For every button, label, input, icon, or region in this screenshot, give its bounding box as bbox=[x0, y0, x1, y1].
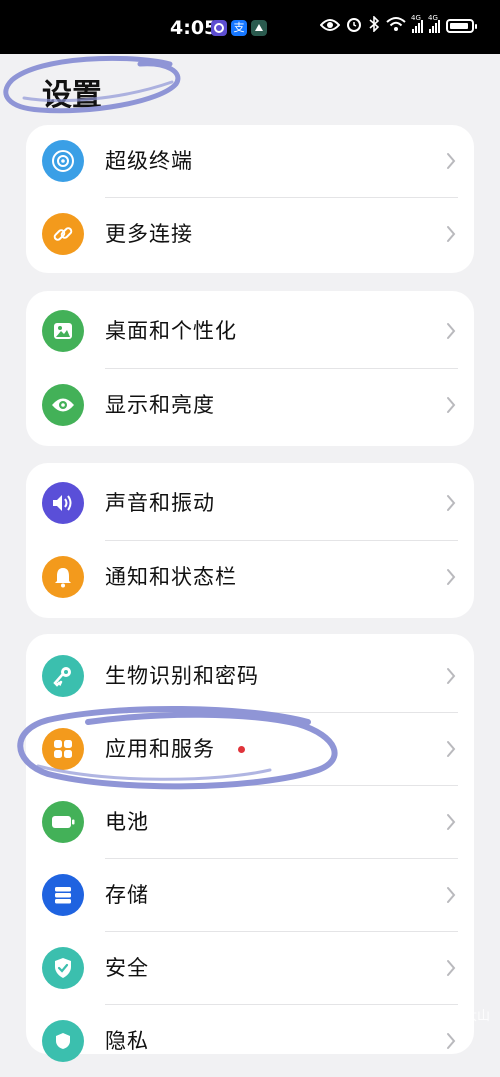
bell-icon bbox=[42, 556, 84, 598]
settings-item-more-connections[interactable]: 更多连接 bbox=[26, 198, 474, 270]
eye-icon bbox=[42, 384, 84, 426]
privacy-icon bbox=[42, 1020, 84, 1062]
chevron-right-icon bbox=[447, 814, 456, 830]
battery-level bbox=[450, 23, 468, 29]
apps-icon bbox=[42, 728, 84, 770]
battery-icon bbox=[42, 801, 84, 843]
chevron-right-icon bbox=[447, 741, 456, 757]
settings-item-label: 通知和状态栏 bbox=[105, 565, 237, 589]
settings-item-label: 应用和服务 bbox=[105, 737, 215, 761]
settings-item-label: 桌面和个性化 bbox=[105, 319, 237, 343]
settings-item-label: 安全 bbox=[105, 956, 149, 980]
settings-item-label: 电池 bbox=[105, 810, 149, 834]
super-device-icon bbox=[42, 140, 84, 182]
page-title: 设置 bbox=[42, 78, 102, 113]
alipay-icon: 支 bbox=[231, 20, 247, 36]
chevron-right-icon bbox=[447, 1033, 456, 1049]
signal-4g-icon: 4G bbox=[411, 14, 423, 33]
settings-item-apps-services[interactable]: 应用和服务 bbox=[26, 713, 474, 785]
settings-item-label: 声音和振动 bbox=[105, 491, 215, 515]
storage-icon bbox=[42, 874, 84, 916]
bluetooth-icon bbox=[368, 15, 380, 36]
chevron-right-icon bbox=[447, 226, 456, 242]
settings-item-storage[interactable]: 存储 bbox=[26, 859, 474, 931]
chevron-right-icon bbox=[447, 960, 456, 976]
settings-group-sound-notifications: 声音和振动 通知和状态栏 bbox=[26, 463, 474, 618]
settings-group-connections: 超级终端 更多连接 bbox=[26, 125, 474, 273]
settings-item-label: 存储 bbox=[105, 883, 149, 907]
alarm-icon bbox=[346, 16, 362, 36]
settings-item-label: 超级终端 bbox=[105, 149, 193, 173]
settings-item-label: 更多连接 bbox=[105, 222, 193, 246]
settings-group-system: 生物识别和密码 应用和服务 电池 存储 安全 隐私 bbox=[26, 634, 474, 1062]
speaker-icon bbox=[42, 482, 84, 524]
chevron-right-icon bbox=[447, 887, 456, 903]
settings-item-label: 显示和亮度 bbox=[105, 393, 215, 417]
wifi-icon bbox=[386, 16, 406, 36]
notification-badge bbox=[238, 746, 245, 753]
settings-item-biometrics-password[interactable]: 生物识别和密码 bbox=[26, 640, 474, 712]
chevron-right-icon bbox=[447, 668, 456, 684]
settings-item-label: 隐私 bbox=[105, 1029, 149, 1053]
wallpaper-icon bbox=[42, 310, 84, 352]
shield-icon bbox=[42, 947, 84, 989]
settings-item-super-device[interactable]: 超级终端 bbox=[26, 125, 474, 197]
battery-icon bbox=[446, 19, 477, 33]
key-icon bbox=[42, 655, 84, 697]
chevron-right-icon bbox=[447, 495, 456, 511]
eye-icon bbox=[319, 17, 341, 36]
app-icon bbox=[251, 20, 267, 36]
signal-4g-icon: 4G bbox=[428, 14, 440, 33]
settings-item-display-brightness[interactable]: 显示和亮度 bbox=[26, 369, 474, 441]
status-bar: 4:05 支 4G 4G bbox=[0, 0, 500, 54]
tiktok-icon bbox=[211, 20, 227, 36]
settings-group-display: 桌面和个性化 显示和亮度 bbox=[26, 291, 474, 446]
chevron-right-icon bbox=[447, 323, 456, 339]
settings-item-sound-vibration[interactable]: 声音和振动 bbox=[26, 467, 474, 539]
settings-item-desktop-personalization[interactable]: 桌面和个性化 bbox=[26, 295, 474, 367]
settings-item-battery[interactable]: 电池 bbox=[26, 786, 474, 858]
settings-item-security[interactable]: 安全 bbox=[26, 932, 474, 1004]
settings-item-label: 生物识别和密码 bbox=[105, 664, 259, 688]
watermark: ⚇@藏在云雾之中的大山 bbox=[348, 1009, 490, 1024]
chevron-right-icon bbox=[447, 153, 456, 169]
link-icon bbox=[42, 213, 84, 255]
chevron-right-icon bbox=[447, 397, 456, 413]
settings-item-notifications-statusbar[interactable]: 通知和状态栏 bbox=[26, 541, 474, 613]
chevron-right-icon bbox=[447, 569, 456, 585]
status-indicators: 4G 4G bbox=[319, 14, 477, 36]
